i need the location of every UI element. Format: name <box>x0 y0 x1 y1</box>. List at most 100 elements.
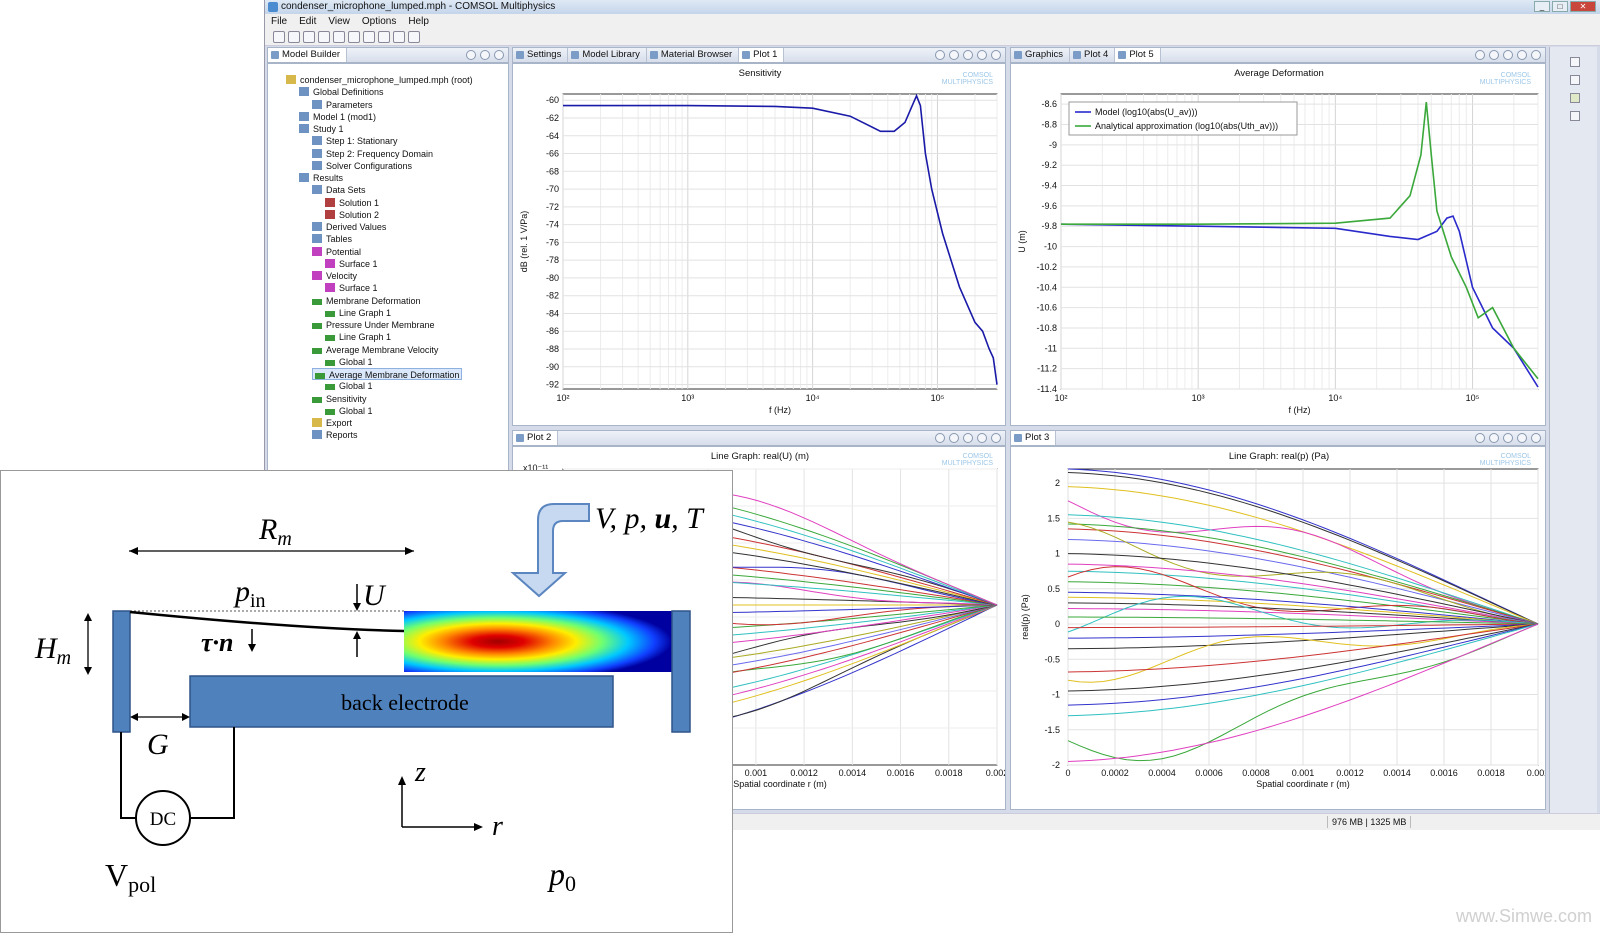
tree-item[interactable]: Solver Configurations <box>312 160 412 172</box>
zoom-extents-icon[interactable] <box>1517 433 1527 443</box>
zoom-box-icon[interactable] <box>963 433 973 443</box>
zoom-box-icon[interactable] <box>1503 433 1513 443</box>
side-log-icon[interactable] <box>1570 111 1580 121</box>
side-minimize-icon[interactable] <box>1570 57 1580 67</box>
solver-icon <box>312 160 322 170</box>
tab-graphics[interactable]: Graphics <box>1011 48 1071 62</box>
redo-icon[interactable] <box>348 31 360 43</box>
tree-item[interactable]: Solution 2 <box>325 209 379 221</box>
tree-item[interactable]: Results <box>299 172 343 184</box>
export-toolbar-icon[interactable] <box>408 31 420 43</box>
open-icon[interactable] <box>288 31 300 43</box>
tree-item[interactable]: Data Sets <box>312 184 366 196</box>
x-tick-label: 0.0018 <box>935 768 963 778</box>
zoom-box-icon[interactable] <box>1503 50 1513 60</box>
file-icon <box>286 75 296 84</box>
zoom-extents-icon[interactable] <box>977 50 987 60</box>
tab-material-browser[interactable]: Material Browser <box>647 48 740 62</box>
new-icon[interactable] <box>273 31 285 43</box>
zoom-out-icon[interactable] <box>949 50 959 60</box>
tree-item[interactable]: Step 2: Frequency Domain <box>312 148 433 160</box>
zoom-out-icon[interactable] <box>1489 433 1499 443</box>
z-axis-label: z <box>414 757 426 788</box>
side-messages-icon[interactable] <box>1570 75 1580 85</box>
tab-plot-4[interactable]: Plot 4 <box>1070 48 1116 62</box>
bottom-left-tabbar: Plot 2 <box>512 430 1006 446</box>
tree-item[interactable]: Global 1 <box>325 356 373 368</box>
zoom-in-icon[interactable] <box>1475 433 1485 443</box>
camera-icon[interactable] <box>1531 433 1541 443</box>
print-icon[interactable] <box>318 31 330 43</box>
tree-item[interactable]: Global 1 <box>325 405 373 417</box>
side-progress-icon[interactable] <box>1570 93 1580 103</box>
compute-icon[interactable] <box>393 31 405 43</box>
tree-item-label: Average Membrane Velocity <box>326 344 439 355</box>
camera-icon[interactable] <box>1531 50 1541 60</box>
tree-item[interactable]: Average Membrane Deformation <box>312 368 463 380</box>
tree-item[interactable]: Global Definitions <box>299 86 384 98</box>
tree-item[interactable]: Parameters <box>312 99 373 111</box>
zoom-in-icon[interactable] <box>935 433 945 443</box>
tree-item[interactable]: Velocity <box>312 270 357 282</box>
menu-options[interactable]: Options <box>356 14 402 29</box>
tree-item[interactable]: Surface 1 <box>325 282 378 294</box>
menu-edit[interactable]: Edit <box>293 14 322 29</box>
tree-item[interactable]: Study 1 <box>299 123 344 135</box>
tree-item[interactable]: Reports <box>312 429 358 441</box>
menu-view[interactable]: View <box>322 14 356 29</box>
minimize-button[interactable]: _ <box>1534 1 1550 12</box>
tree-collapse-icon[interactable] <box>494 50 504 60</box>
tree-item[interactable]: Derived Values <box>312 221 386 233</box>
line-graph-icon <box>325 335 335 342</box>
tree-item[interactable]: Potential <box>312 246 361 258</box>
x-tick-label: 0.002 <box>986 768 1006 778</box>
tab-plot-5[interactable]: Plot 5 <box>1115 48 1161 62</box>
menu-file[interactable]: File <box>265 14 293 29</box>
tree-item[interactable]: Tables <box>312 233 352 245</box>
tree-item[interactable]: Step 1: Stationary <box>312 135 398 147</box>
tree-item-label: Global 1 <box>339 356 373 367</box>
zoom-out-icon[interactable] <box>1489 50 1499 60</box>
zoom-in-icon[interactable] <box>1475 50 1485 60</box>
tree-item[interactable]: condenser_microphone_lumped.mph (root) <box>286 74 473 86</box>
rm-label: Rm <box>258 513 292 550</box>
undo-icon[interactable] <box>333 31 345 43</box>
camera-icon[interactable] <box>991 433 1001 443</box>
y-tick-label: -10 <box>1044 242 1057 252</box>
tree-item[interactable]: Export <box>312 417 352 429</box>
tree-item[interactable]: Sensitivity <box>312 393 367 405</box>
tree-item[interactable]: Membrane Deformation <box>312 295 421 307</box>
tree-nav-back-icon[interactable] <box>466 50 476 60</box>
line-graph-icon <box>325 310 335 317</box>
tree-item[interactable]: Model 1 (mod1) <box>299 111 376 123</box>
tab-plot-3[interactable]: Plot 3 <box>1011 431 1057 445</box>
zoom-extents-icon[interactable] <box>1517 50 1527 60</box>
close-button[interactable]: ✕ <box>1570 1 1596 12</box>
tree-nav-forward-icon[interactable] <box>480 50 490 60</box>
save-icon[interactable] <box>303 31 315 43</box>
tree-item[interactable]: Pressure Under Membrane <box>312 319 435 331</box>
maximize-button[interactable]: □ <box>1552 1 1568 12</box>
library-icon[interactable] <box>378 31 390 43</box>
zoom-out-icon[interactable] <box>949 433 959 443</box>
zoom-in-icon[interactable] <box>935 50 945 60</box>
tree-item[interactable]: Line Graph 1 <box>325 331 391 343</box>
camera-icon[interactable] <box>991 50 1001 60</box>
tab-plot-1[interactable]: Plot 1 <box>739 48 785 62</box>
tree-item[interactable]: Line Graph 1 <box>325 307 391 319</box>
menu-bar: File Edit View Options Help <box>265 14 1600 29</box>
tree-item[interactable]: Global 1 <box>325 380 373 392</box>
legend-entry: Model (log10(abs(U_av))) <box>1095 107 1198 117</box>
tab-model-library[interactable]: Model Library <box>568 48 647 62</box>
menu-help[interactable]: Help <box>402 14 435 29</box>
tree-item[interactable]: Surface 1 <box>325 258 378 270</box>
tree-item[interactable]: Average Membrane Velocity <box>312 344 438 356</box>
tab-model-builder[interactable]: Model Builder <box>268 48 348 62</box>
y-tick-label: -78 <box>546 255 559 265</box>
zoom-box-icon[interactable] <box>963 50 973 60</box>
tab-settings[interactable]: Settings <box>513 48 569 62</box>
tree-item[interactable]: Solution 1 <box>325 197 379 209</box>
tab-plot-2[interactable]: Plot 2 <box>513 431 559 445</box>
help-icon[interactable] <box>363 31 375 43</box>
zoom-extents-icon[interactable] <box>977 433 987 443</box>
